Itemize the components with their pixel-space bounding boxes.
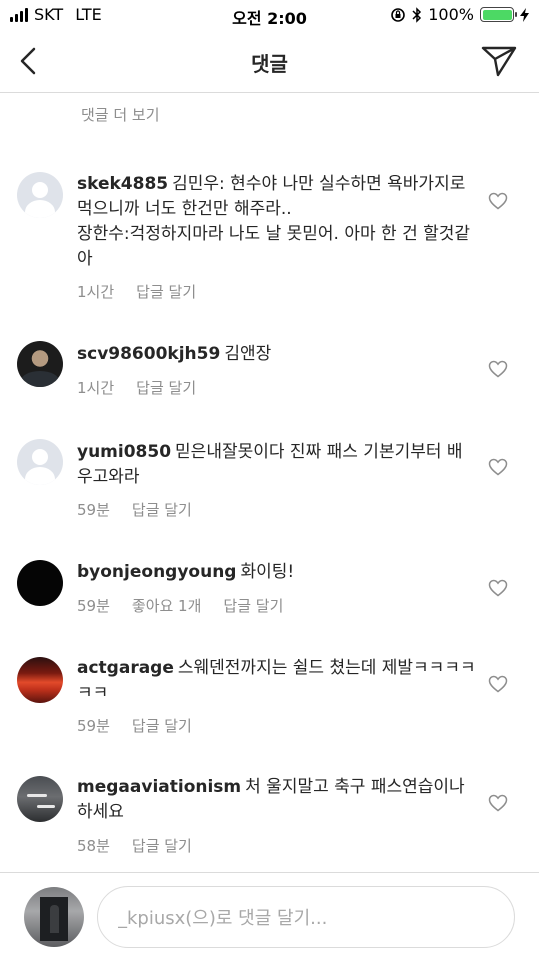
orientation-lock-icon [391, 7, 406, 22]
comment-input[interactable] [116, 887, 500, 949]
comment-input-box[interactable] [97, 886, 515, 949]
username[interactable]: megaaviationism [77, 777, 241, 797]
bluetooth-icon [412, 6, 422, 23]
charging-bolt-icon [520, 7, 529, 22]
status-bar: SKT LTE 오전 2:00 100% [0, 0, 539, 32]
comment-composer [0, 872, 539, 961]
comment-text: byonjeongyoung 화이팅! [77, 562, 295, 582]
heart-icon[interactable] [488, 458, 508, 476]
nav-bar: 댓글 [0, 32, 539, 93]
username[interactable]: byonjeongyoung [77, 562, 236, 582]
avatar[interactable] [17, 776, 63, 822]
reply-button[interactable]: 답글 달기 [132, 835, 192, 856]
comment-time: 58분 [77, 837, 110, 855]
comment-text-line2: 장한수:걱정하지마라 나도 날 못믿어. 아마 한 건 할것같아 [77, 224, 471, 269]
comment-text: megaaviationism 처 울지말고 축구 패스연습이나 하세요 [77, 777, 465, 822]
comment-text: actgarage 스웨덴전까지는 쉴드 쳤는데 제발ㅋㅋㅋㅋㅋㅋ [77, 658, 476, 703]
comment-text: skek4885 김민우: 현수야 나만 실수하면 욕바가지로 먹으니까 너도 한… [77, 174, 471, 269]
comment-time: 1시간 [77, 379, 115, 397]
battery-icon [480, 7, 517, 22]
reply-button[interactable]: 답글 달기 [136, 377, 196, 398]
paper-plane-icon[interactable] [481, 44, 517, 78]
reply-button[interactable]: 답글 달기 [136, 281, 196, 302]
reply-button[interactable]: 답글 달기 [223, 595, 283, 616]
avatar[interactable] [17, 341, 63, 387]
view-more-comments-link[interactable]: 댓글 더 보기 [81, 104, 160, 125]
comment-time: 1시간 [77, 283, 115, 301]
my-avatar [24, 887, 84, 947]
reply-button[interactable]: 답글 달기 [132, 499, 192, 520]
username[interactable]: yumi0850 [77, 442, 171, 462]
comment-time: 59분 [77, 717, 110, 735]
likes-count[interactable]: 좋아요 1개 [132, 595, 202, 616]
comment-time: 59분 [77, 597, 110, 615]
heart-icon[interactable] [488, 360, 508, 378]
reply-button[interactable]: 답글 달기 [132, 715, 192, 736]
avatar[interactable] [17, 172, 63, 218]
heart-icon[interactable] [488, 579, 508, 597]
username[interactable]: actgarage [77, 658, 174, 678]
comment-text: yumi0850 믿은내잘못이다 진짜 패스 기본기부터 배우고와라 [77, 442, 463, 487]
battery-percent: 100% [428, 5, 474, 24]
avatar[interactable] [17, 560, 63, 606]
heart-icon[interactable] [488, 794, 508, 812]
heart-icon[interactable] [488, 675, 508, 693]
username[interactable]: skek4885 [77, 174, 168, 194]
avatar[interactable] [17, 439, 63, 485]
heart-icon[interactable] [488, 192, 508, 210]
page-title: 댓글 [251, 52, 288, 76]
username[interactable]: scv98600kjh59 [77, 344, 220, 364]
avatar[interactable] [17, 657, 63, 703]
comment-time: 59분 [77, 501, 110, 519]
comment-text: scv98600kjh59 김앤장 [77, 344, 272, 364]
